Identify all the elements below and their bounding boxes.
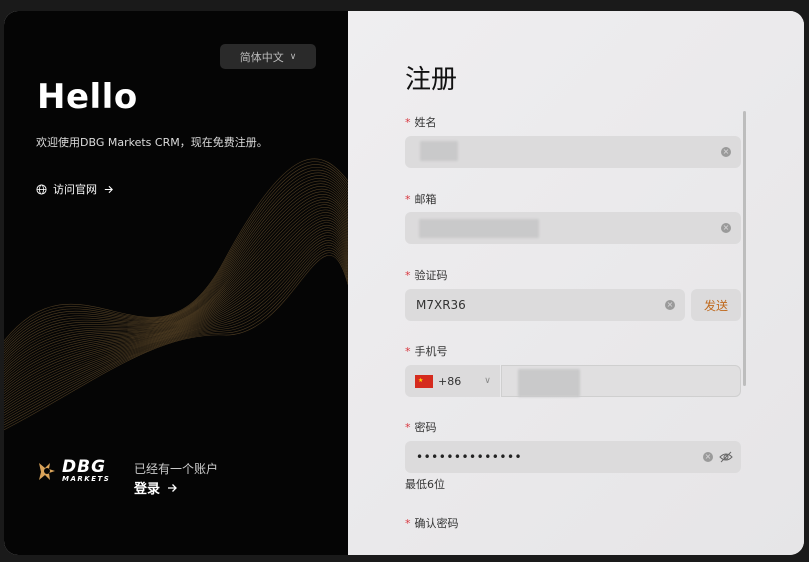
redacted-value [518,369,580,397]
phone-number-input[interactable] [501,365,741,397]
required-mark: * [405,269,411,282]
china-flag-icon: ★ [415,374,433,388]
globe-icon [36,183,47,195]
language-label: 简体中文 [239,50,284,64]
wave-line [4,204,348,383]
wave-line [4,255,348,431]
register-form-panel: 注册 *姓名 × *邮箱 × *验证码 M7XR36 × 发送 *手机号 [348,11,804,555]
have-account-text: 已经有一个账户 [134,462,219,476]
clear-icon[interactable]: × [721,223,731,233]
form-title: 注册 [405,65,458,95]
send-code-button[interactable]: 发送 [691,289,741,321]
email-input[interactable]: × [405,212,741,244]
dbg-logo-icon [39,463,55,480]
code-value: M7XR36 [416,298,466,312]
required-mark: * [405,517,411,530]
left-panel: 简体中文 ∨ Hello 欢迎使用DBG Markets CRM，现在免费注册。… [4,11,348,555]
phone-label: * 手机号 [405,343,448,359]
phone-label-text: 手机号 [414,345,448,358]
country-code-value: +86 [438,374,462,388]
email-label-text: 邮箱 [414,193,437,206]
password-input[interactable]: •••••••••••••• × [405,441,741,473]
clear-icon[interactable]: × [703,452,713,462]
login-link[interactable]: 登录 [134,478,178,497]
password-label: * 密码 [405,419,437,435]
arrow-right-icon [104,185,113,193]
clear-icon[interactable]: × [665,300,675,310]
email-label: * 邮箱 [405,191,437,207]
wave-line [4,237,348,414]
name-label-text: 姓名 [414,116,437,129]
password-value: •••••••••••••• [416,450,523,464]
name-label: * 姓名 [405,114,437,130]
required-mark: * [405,193,411,206]
scrollbar[interactable] [743,111,746,386]
dbg-logo: DBG MARKETS [36,459,110,483]
name-input[interactable]: × [405,136,741,168]
password-hint: 最低6位 [405,478,445,491]
code-label: * 验证码 [405,267,448,283]
redacted-value [420,141,458,161]
wave-line [4,202,348,380]
code-label-text: 验证码 [414,269,448,282]
wave-line [4,177,348,359]
hello-heading: Hello [37,77,138,117]
confirm-password-label-text: 确认密码 [414,517,459,530]
password-label-text: 密码 [414,421,437,434]
chevron-down-icon: ∨ [484,376,491,386]
required-mark: * [405,421,411,434]
confirm-password-label: * 确认密码 [405,515,459,531]
required-mark: * [405,116,411,129]
country-code-select[interactable]: ★ +86 ∨ [405,365,500,397]
arrow-right-icon [168,483,177,492]
logo-wordmark: DBG [62,457,107,477]
register-card: 简体中文 ∨ Hello 欢迎使用DBG Markets CRM，现在免费注册。… [4,11,804,555]
login-label: 登录 [134,482,161,497]
visit-website-label: 访问官网 [53,183,97,196]
logo-subtitle: MARKETS [62,475,111,483]
language-selector[interactable]: 简体中文 ∨ [220,44,316,69]
wave-line [4,199,348,378]
wave-line [4,191,348,371]
verification-code-input[interactable]: M7XR36 × [405,289,685,321]
redacted-value [419,219,539,238]
eye-off-icon[interactable] [719,450,733,464]
clear-icon[interactable]: × [721,147,731,157]
wave-line [4,175,348,356]
chevron-down-icon: ∨ [289,51,297,62]
visit-website-link[interactable]: 访问官网 [36,181,114,197]
welcome-text: 欢迎使用DBG Markets CRM，现在免费注册。 [36,136,268,149]
required-mark: * [405,345,411,358]
